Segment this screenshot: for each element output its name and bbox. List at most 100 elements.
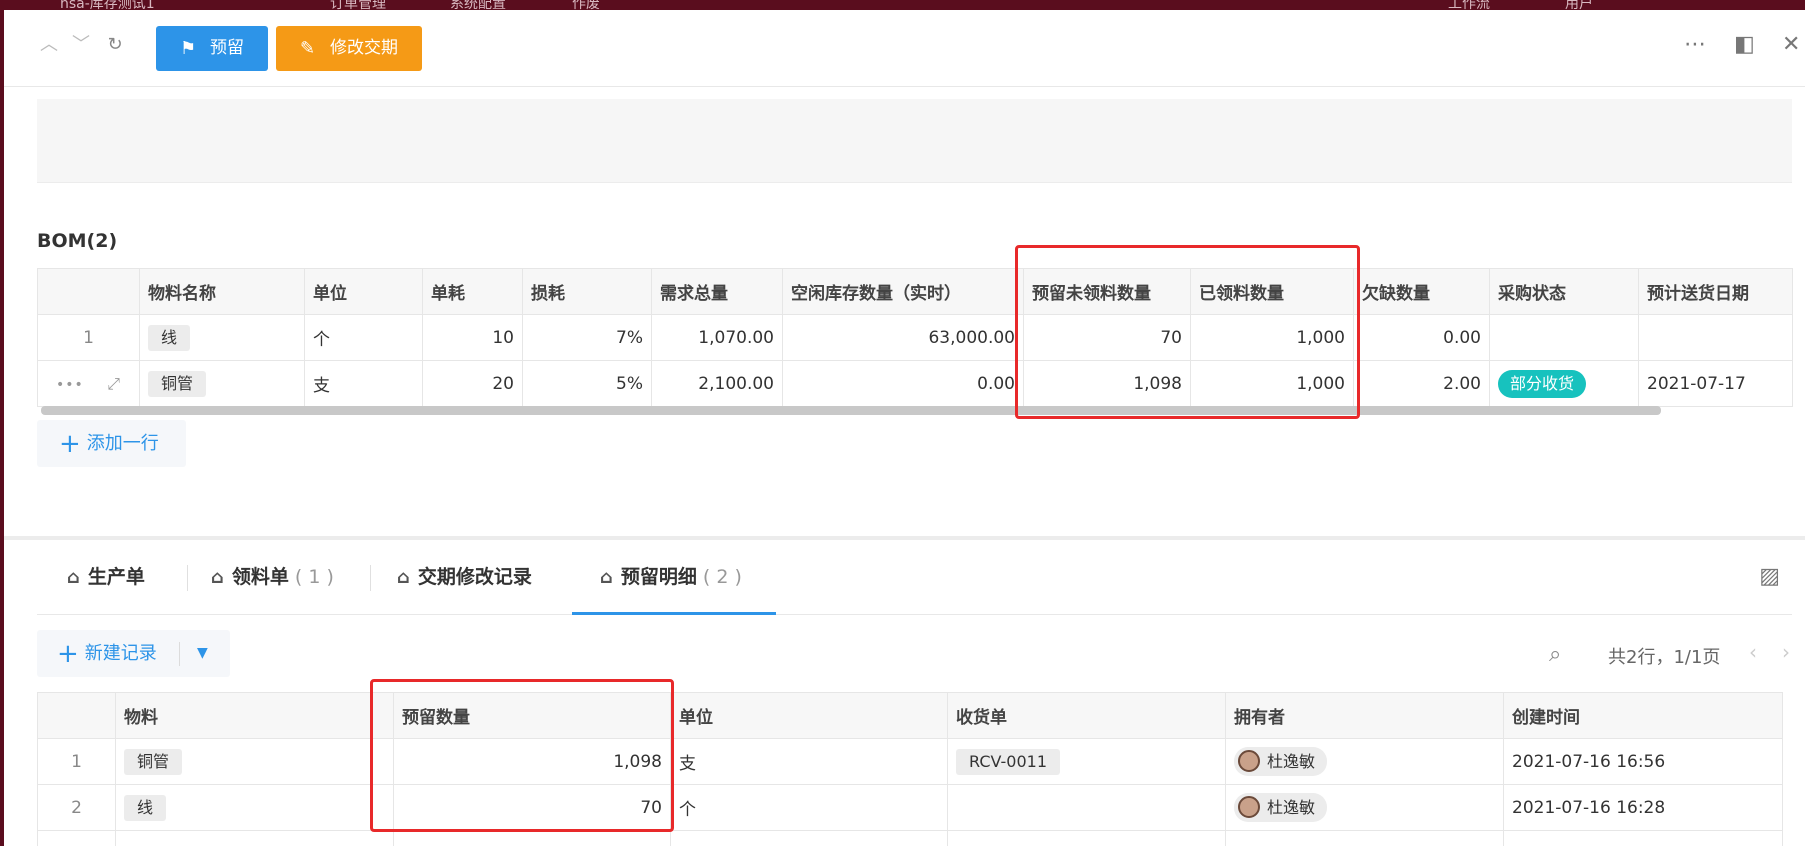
expected-date-cell[interactable] — [1638, 314, 1793, 361]
expected-date-cell[interactable]: 2021-07-17 — [1638, 360, 1793, 407]
loss-cell[interactable]: 7% — [522, 314, 652, 361]
more-icon[interactable]: ⋯ — [1684, 32, 1706, 58]
pencil-icon: ✎ — [300, 38, 316, 59]
more-icon[interactable]: ••• — [56, 377, 84, 393]
row-index: ••• ⤢ — [37, 360, 140, 407]
reserved-qty-cell[interactable]: 1,098 — [393, 738, 671, 785]
bom-col-expected-date[interactable]: 预计送货日期 — [1638, 268, 1793, 315]
loss-cell[interactable]: 5% — [522, 360, 652, 407]
detail-col-created[interactable]: 创建时间 — [1503, 692, 1783, 739]
bom-col-material[interactable]: 物料名称 — [139, 268, 305, 315]
unit-cell[interactable]: 个 — [670, 784, 948, 831]
chevron-down-icon[interactable]: ▼ — [197, 630, 208, 677]
receipt-cell[interactable] — [947, 784, 1226, 831]
home-icon: ⌂ — [397, 567, 410, 588]
tab-production-order[interactable]: ⌂ 生产单 — [67, 540, 151, 615]
total-demand-cell[interactable]: 1,070.00 — [651, 314, 783, 361]
picked-cell[interactable]: 1,000 — [1190, 360, 1354, 407]
tab-delivery-change-log[interactable]: ⌂ 交期修改记录 — [397, 540, 538, 615]
detail-col-receipt[interactable]: 收货单 — [947, 692, 1226, 739]
table-row[interactable]: ••• ⤢ 铜管 支 20 5% 2,100.00 0.00 1,098 1,0… — [37, 360, 1793, 407]
bom-col-loss[interactable]: 损耗 — [522, 268, 652, 315]
bom-col-unit[interactable]: 单位 — [304, 268, 423, 315]
modal-toolbar: ︿ ﹀ ↻ ⚑ 预留 ✎ 修改交期 ⋯ ◧ ✕ — [4, 10, 1805, 87]
avatar — [1238, 796, 1260, 818]
next-record-icon[interactable]: ﹀ — [70, 34, 92, 56]
record-modal: ︿ ﹀ ↻ ⚑ 预留 ✎ 修改交期 ⋯ ◧ ✕ BOM(2) 物料名称 单位 单… — [4, 10, 1805, 846]
unit-cell[interactable]: 个 — [304, 314, 423, 361]
empty-cell — [947, 830, 1226, 846]
material-cell[interactable]: 铜管 — [139, 360, 305, 407]
unit-consumption-cell[interactable]: 10 — [422, 314, 523, 361]
receipt-cell[interactable]: RCV-0011 — [947, 738, 1226, 785]
bom-col-shortage[interactable]: 欠缺数量 — [1353, 268, 1490, 315]
table-row[interactable]: 1 铜管 1,098 支 RCV-0011 杜逸敏 2021-07-16 16:… — [37, 738, 1783, 785]
unit-cell[interactable]: 支 — [304, 360, 423, 407]
detail-col-material[interactable]: 物料 — [115, 692, 394, 739]
bom-col-unit-consumption[interactable]: 单耗 — [422, 268, 523, 315]
row-index: 2 — [37, 784, 116, 831]
reserve-button[interactable]: ⚑ 预留 — [156, 26, 268, 71]
next-page-icon[interactable]: › — [1782, 640, 1790, 664]
purchase-status-cell[interactable] — [1489, 314, 1639, 361]
material-cell[interactable]: 线 — [139, 314, 305, 361]
tab-count: ( 2 ) — [702, 566, 742, 588]
tab-label: 预留明细 — [620, 566, 697, 588]
unit-consumption-cell[interactable]: 20 — [422, 360, 523, 407]
new-record-button[interactable]: + 新建记录 ▼ — [37, 630, 230, 677]
close-icon[interactable]: ✕ — [1782, 32, 1800, 58]
free-stock-cell[interactable]: 63,000.00 — [782, 314, 1024, 361]
shortage-cell[interactable]: 0.00 — [1353, 314, 1490, 361]
reserved-unpicked-cell[interactable]: 70 — [1023, 314, 1191, 361]
bom-col-purchase-status[interactable]: 采购状态 — [1489, 268, 1639, 315]
created-cell: 2021-07-16 16:28 — [1503, 784, 1783, 831]
collapse-panel-icon[interactable]: ◧ — [1734, 32, 1755, 58]
owner-name: 杜逸敏 — [1267, 798, 1316, 817]
created-cell: 2021-07-16 16:56 — [1503, 738, 1783, 785]
owner-chip[interactable]: 杜逸敏 — [1234, 793, 1328, 822]
tab-reservation-detail[interactable]: ⌂ 预留明细( 2 ) — [572, 540, 776, 615]
tab-settings-icon[interactable]: ▨ — [1759, 564, 1780, 589]
material-tag[interactable]: 铜管 — [124, 748, 183, 775]
reserved-qty-cell[interactable]: 70 — [393, 784, 671, 831]
bom-col-total-demand[interactable]: 需求总量 — [651, 268, 783, 315]
material-cell[interactable]: 线 — [115, 784, 394, 831]
bom-col-reserved-unpicked[interactable]: 预留未领料数量 — [1023, 268, 1191, 315]
add-row-button[interactable]: + 添加一行 — [37, 420, 186, 467]
tab-label: 交期修改记录 — [417, 566, 532, 588]
edit-delivery-button[interactable]: ✎ 修改交期 — [276, 26, 422, 71]
detail-col-reserved-qty[interactable]: 预留数量 — [393, 692, 671, 739]
button-separator — [179, 642, 180, 666]
prev-page-icon[interactable]: ‹ — [1749, 640, 1757, 664]
owner-chip[interactable]: 杜逸敏 — [1234, 747, 1328, 776]
bom-header-row: 物料名称 单位 单耗 损耗 需求总量 空闲库存数量（实时） 预留未领料数量 已领… — [37, 268, 1793, 315]
owner-cell[interactable]: 杜逸敏 — [1225, 784, 1504, 831]
receipt-tag[interactable]: RCV-0011 — [956, 748, 1060, 775]
unit-cell[interactable]: 支 — [670, 738, 948, 785]
bom-col-free-stock[interactable]: 空闲库存数量（实时） — [782, 268, 1024, 315]
detail-col-owner[interactable]: 拥有者 — [1225, 692, 1504, 739]
table-row[interactable]: 1 线 个 10 7% 1,070.00 63,000.00 70 1,000 … — [37, 314, 1793, 361]
table-row[interactable]: 2 线 70 个 杜逸敏 2021-07-16 16:28 — [37, 784, 1783, 831]
add-row-label: 添加一行 — [86, 433, 159, 454]
shortage-cell[interactable]: 2.00 — [1353, 360, 1490, 407]
owner-cell[interactable]: 杜逸敏 — [1225, 738, 1504, 785]
bom-horizontal-scrollbar[interactable] — [41, 406, 1661, 415]
purchase-status-cell[interactable]: 部分收货 — [1489, 360, 1639, 407]
reserved-unpicked-cell[interactable]: 1,098 — [1023, 360, 1191, 407]
empty-cell — [1503, 830, 1783, 846]
tab-picking-order[interactable]: ⌂ 领料单( 1 ) — [211, 540, 334, 615]
bom-col-picked[interactable]: 已领料数量 — [1190, 268, 1354, 315]
expand-icon[interactable]: ⤢ — [107, 374, 121, 393]
picked-cell[interactable]: 1,000 — [1190, 314, 1354, 361]
material-cell[interactable]: 铜管 — [115, 738, 394, 785]
material-tag[interactable]: 线 — [148, 324, 191, 351]
total-demand-cell[interactable]: 2,100.00 — [651, 360, 783, 407]
material-tag[interactable]: 线 — [124, 794, 167, 821]
search-icon[interactable]: ⌕ — [1549, 642, 1561, 667]
prev-record-icon[interactable]: ︿ — [38, 34, 60, 56]
free-stock-cell[interactable]: 0.00 — [782, 360, 1024, 407]
material-tag[interactable]: 铜管 — [148, 370, 207, 397]
detail-col-unit[interactable]: 单位 — [670, 692, 948, 739]
refresh-icon[interactable]: ↻ — [104, 34, 126, 56]
